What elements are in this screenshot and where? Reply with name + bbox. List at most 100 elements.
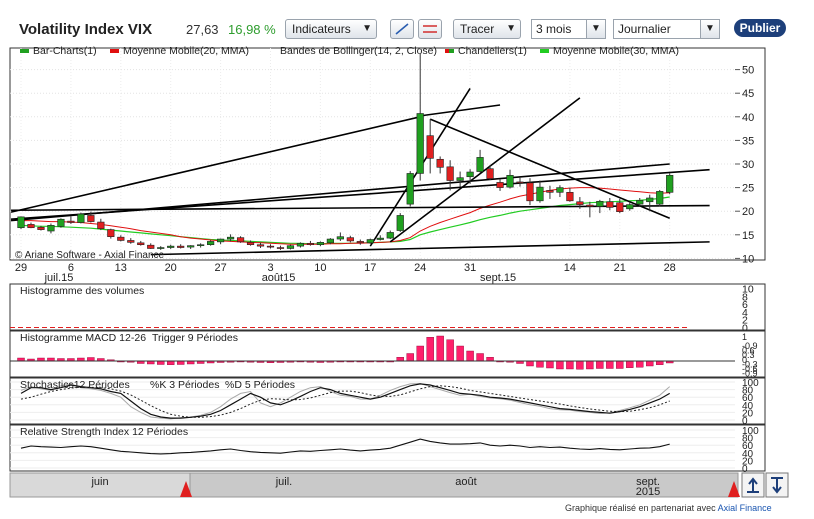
candle-down xyxy=(486,168,494,179)
stochastics-k-label: %K 3 Périodes xyxy=(150,379,219,391)
candle-up xyxy=(296,242,305,247)
candle-up xyxy=(506,175,514,188)
draw-button[interactable]: Tracer ▼ xyxy=(453,19,521,39)
navigator-label: août xyxy=(455,476,476,488)
candle-up xyxy=(656,191,664,205)
frequency-value: Journalier xyxy=(618,22,671,36)
macd-bar xyxy=(456,345,464,362)
draw-label: Tracer xyxy=(460,22,495,36)
price-x-tick-label: 29 xyxy=(15,262,27,274)
candle-up xyxy=(286,245,295,249)
candle-down xyxy=(246,242,255,246)
price-x-tick-label: 10 xyxy=(314,262,326,274)
stochastics-panel-title: Stochastics12 Périodes xyxy=(20,379,130,391)
price-month-label: juil.15 xyxy=(44,272,74,284)
period-select[interactable]: 3 mois ▼ xyxy=(531,19,606,39)
candle-down xyxy=(306,242,315,246)
navigator-label: 2015 xyxy=(636,486,660,498)
legend-swatch xyxy=(445,49,449,53)
macd-bar xyxy=(536,360,544,368)
price-y-tick-label: 40 xyxy=(742,112,754,124)
price-y-tick-label: 10 xyxy=(742,253,754,265)
price-x-tick-label: 13 xyxy=(115,262,127,274)
chevron-down-icon: ▼ xyxy=(586,20,605,38)
footer-text: Graphique réalisé en partenariat avec xyxy=(565,503,716,513)
chevron-down-icon: ▼ xyxy=(362,23,372,34)
candle-up xyxy=(666,175,674,193)
candle-down xyxy=(87,215,95,222)
hline-tool-button[interactable] xyxy=(418,19,442,39)
macd-bar xyxy=(166,360,175,365)
partner-link[interactable]: Axial Finance xyxy=(718,503,772,513)
candle-up xyxy=(376,237,384,240)
candle-down xyxy=(516,181,524,184)
candle-down xyxy=(147,244,155,249)
candle-up xyxy=(17,216,25,229)
volume-y-tick-label: 10 xyxy=(742,284,754,296)
candle-down xyxy=(566,192,574,202)
candle-down xyxy=(446,166,454,181)
candle-up xyxy=(57,218,65,227)
candle-up xyxy=(326,238,334,244)
candle-down xyxy=(27,224,35,229)
macd-bar xyxy=(526,360,534,367)
legend-item: Moyenne Mobile(30, MMA) xyxy=(553,45,679,57)
macd-bar xyxy=(556,360,564,370)
candle-up xyxy=(157,247,165,249)
candle-down xyxy=(276,247,285,249)
price-x-tick-label: 21 xyxy=(614,262,626,274)
chart-canvas: 10152025303540455029 6 13 20 27 3 10 17 24 31 14 21… xyxy=(9,45,789,498)
candle-down xyxy=(586,204,594,207)
candle-up xyxy=(646,197,654,203)
legend-swatch xyxy=(540,49,549,53)
macd-y-tick-label: -0.9 xyxy=(742,341,758,351)
macd-bar xyxy=(416,345,424,362)
price-x-tick-label: 20 xyxy=(165,262,177,274)
macd-bar xyxy=(157,360,165,365)
candle-up xyxy=(47,225,55,232)
candle-up xyxy=(167,245,175,248)
indicators-label: Indicateurs xyxy=(292,22,351,36)
line-tool-button[interactable] xyxy=(390,19,414,39)
candle-up xyxy=(556,187,564,193)
macd-bar xyxy=(616,360,624,369)
price-x-tick-label: 14 xyxy=(564,262,576,274)
legend-item: Chandeliers(1) xyxy=(458,45,527,57)
candle-down xyxy=(496,182,504,188)
navigator-label: juil. xyxy=(275,476,293,488)
page-title: Volatility Index VIX xyxy=(19,21,153,38)
watermark: © Ariane Software - Axial Finance xyxy=(15,250,165,261)
diagonal-line-icon xyxy=(395,23,409,35)
last-price: 27,63 xyxy=(186,22,219,37)
indicators-button[interactable]: Indicateurs ▼ xyxy=(285,19,377,39)
macd-bar xyxy=(606,360,614,369)
macd-bar xyxy=(476,353,484,362)
price-y-tick-label: 50 xyxy=(742,65,754,77)
price-x-tick-label: 28 xyxy=(664,262,676,274)
candle-down xyxy=(97,221,105,229)
price-x-tick-label: 17 xyxy=(364,262,376,274)
macd-bar xyxy=(646,360,654,367)
stochastics-d-label: %D 5 Périodes xyxy=(225,379,295,391)
candle-down xyxy=(546,190,554,193)
legend-swatch xyxy=(110,49,119,53)
price-x-tick-label: 27 xyxy=(214,262,226,274)
publish-button[interactable]: Publier xyxy=(734,19,786,37)
frequency-select[interactable]: Journalier ▼ xyxy=(613,19,720,39)
candle-up xyxy=(336,236,344,240)
macd-panel-title: Histogramme MACD 12-26 xyxy=(20,332,146,344)
rsi-y-tick-label: 100 xyxy=(742,426,759,437)
candle-down xyxy=(606,201,614,208)
price-month-label: août15 xyxy=(262,272,296,284)
candle-down xyxy=(426,135,434,159)
candle-up xyxy=(626,204,634,210)
price-y-tick-label: 20 xyxy=(742,206,754,218)
volume-panel-title: Histogramme des volumes xyxy=(20,285,144,297)
price-change: 16,98 % xyxy=(228,22,276,37)
macd-bar xyxy=(436,335,444,362)
candle-down xyxy=(266,245,275,248)
candle-down xyxy=(616,202,624,212)
price-panel-frame xyxy=(9,47,766,261)
candle-up xyxy=(207,241,215,246)
price-y-tick-label: 30 xyxy=(742,159,754,171)
